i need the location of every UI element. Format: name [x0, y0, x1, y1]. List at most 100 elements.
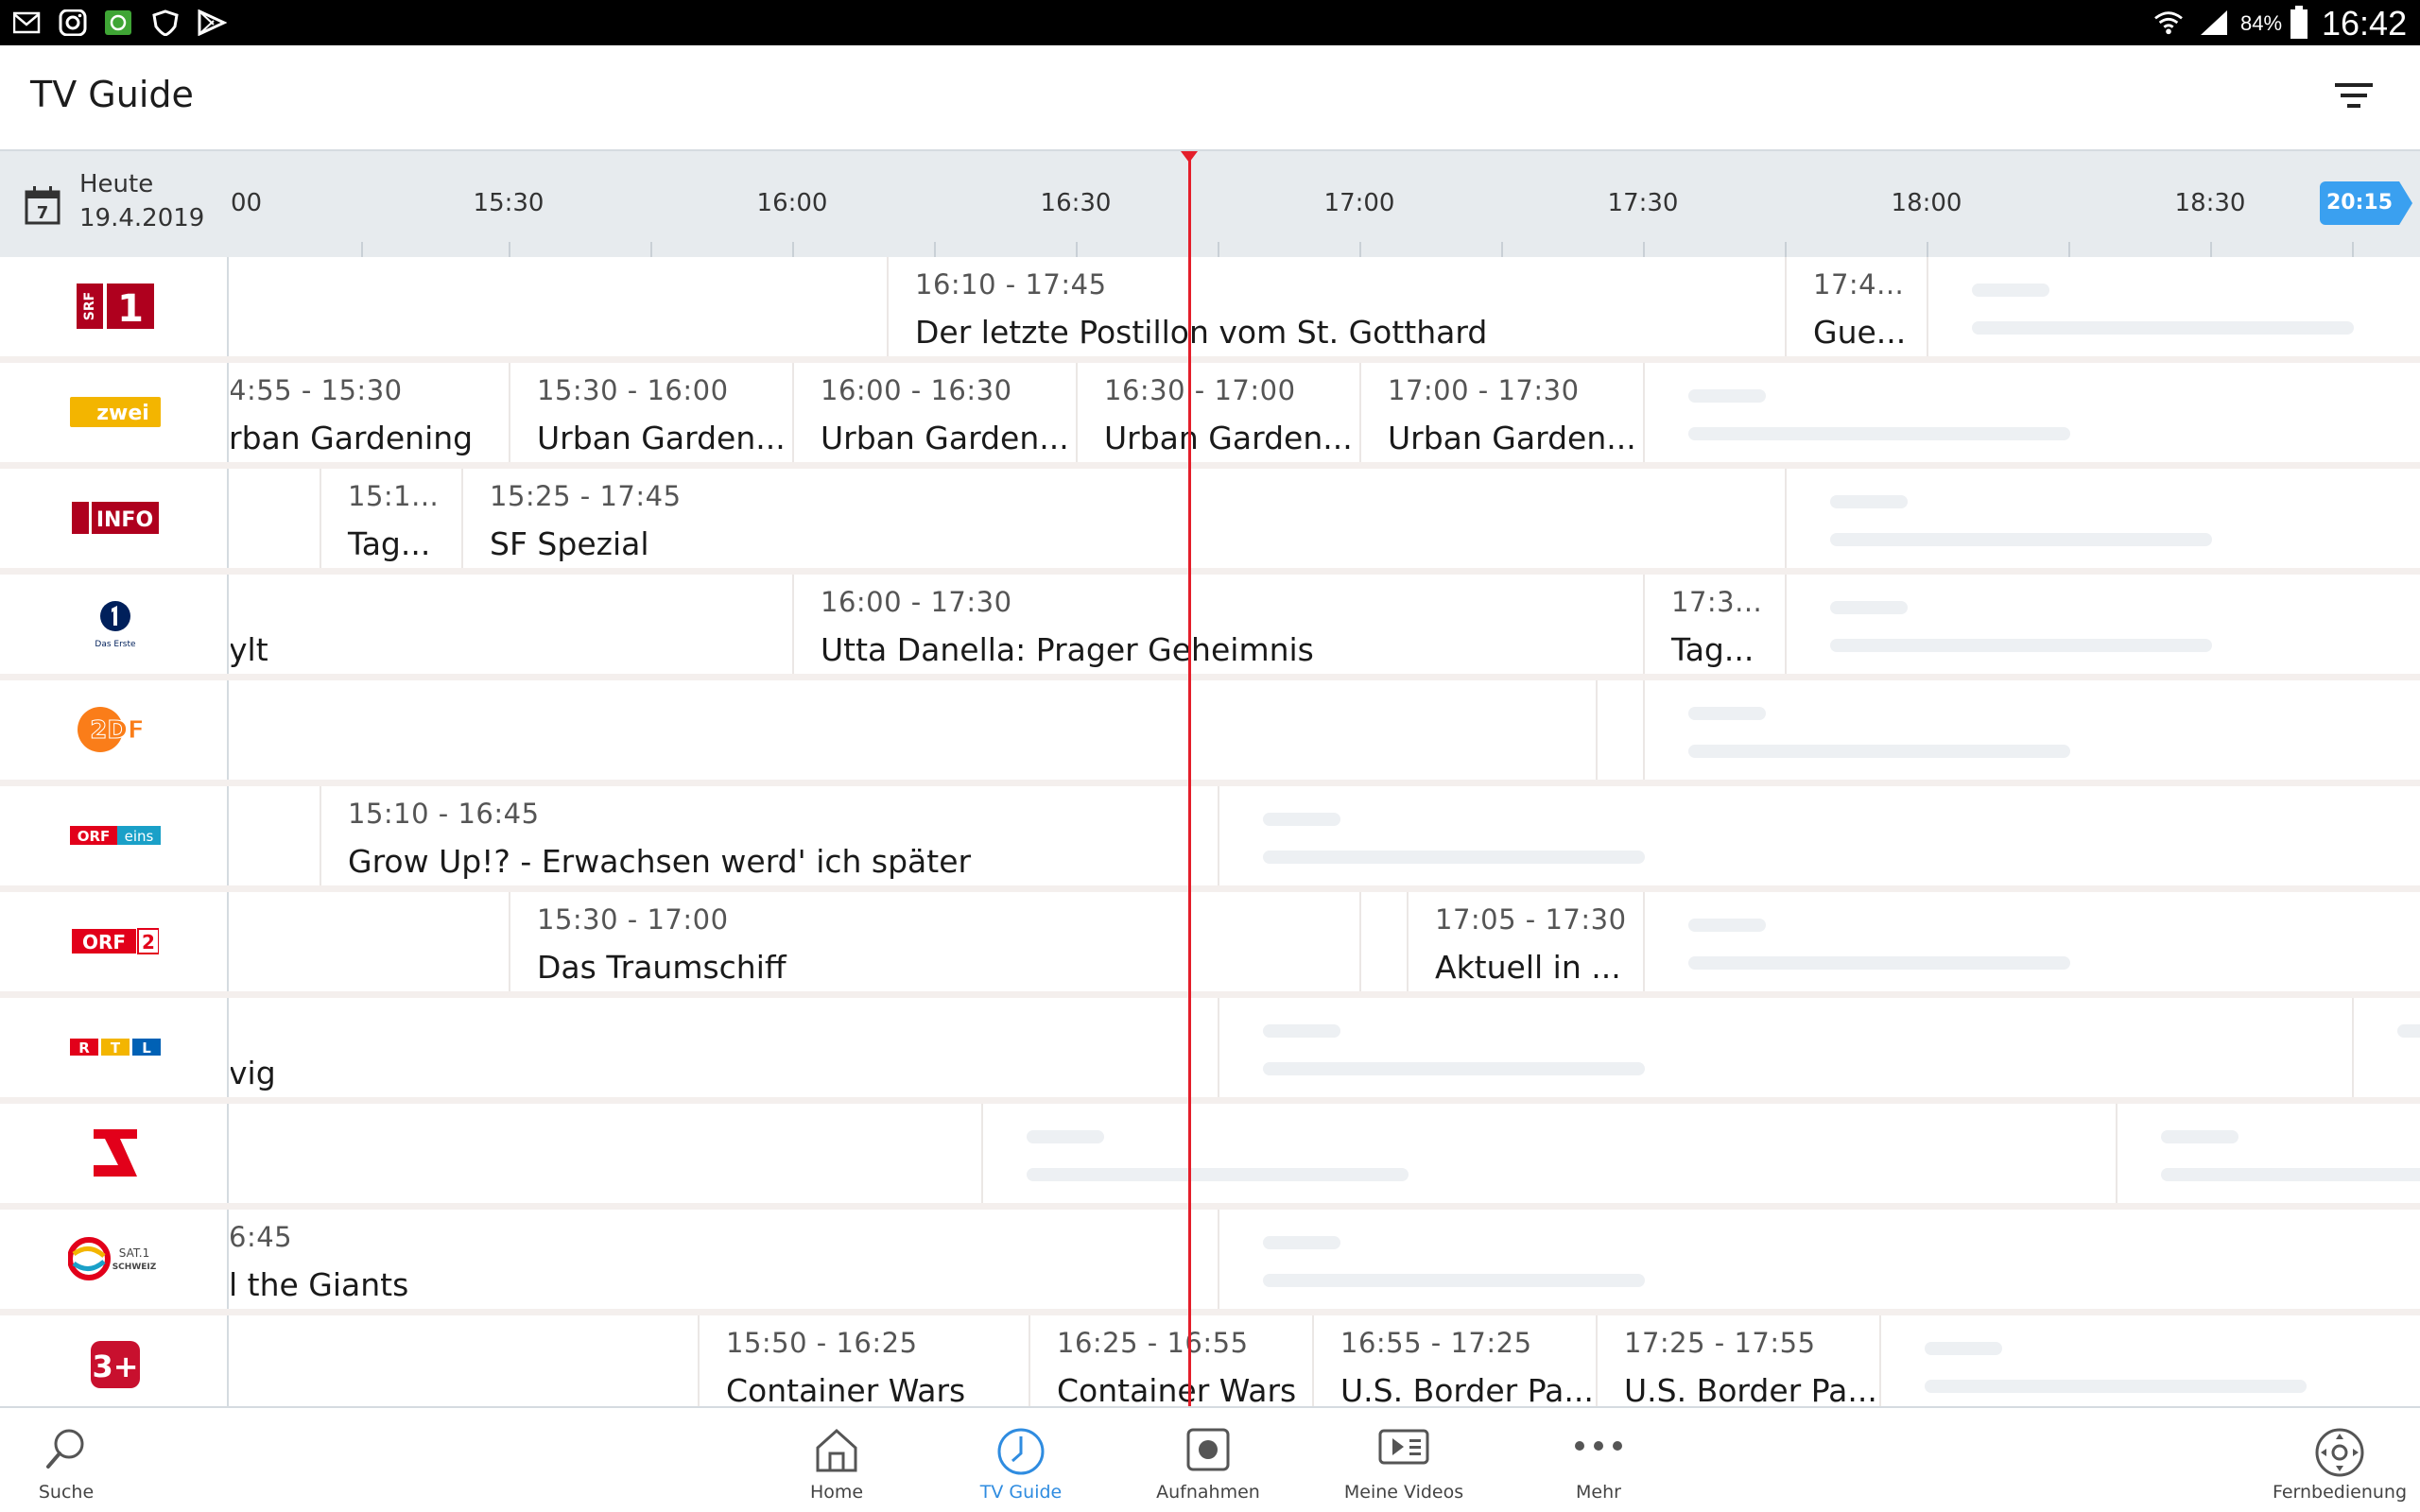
time-label: 17:30 — [1607, 189, 1679, 217]
calendar-day: 7 — [37, 203, 49, 223]
program-cell[interactable]: 16:10 - 17:45 Der letzte Postillon vom St… — [887, 257, 1794, 356]
date-picker[interactable]: 7 Heute 19.4.2019 — [0, 151, 231, 257]
program-cell[interactable]: 17:25 - 17:55 U.S. Border Pa... — [1596, 1315, 1879, 1406]
loading-placeholder — [2116, 1104, 2420, 1203]
program-cell[interactable]: 15:30 - 16:00 Urban Garden... — [509, 363, 792, 462]
battery-icon — [2290, 6, 2308, 39]
loading-placeholder — [1879, 1315, 2420, 1406]
program-cell[interactable] — [231, 1104, 981, 1203]
svg-text:2DF: 2DF — [90, 716, 144, 745]
svg-text:ORF: ORF — [78, 828, 111, 845]
channel-daserste[interactable]: Das Erste — [0, 575, 229, 680]
nav-home[interactable]: Home — [770, 1408, 903, 1512]
svg-text:L: L — [142, 1040, 151, 1057]
channel-srfzwei[interactable]: zwei — [0, 363, 229, 469]
time-tick — [1076, 242, 1078, 257]
nav-label: Suche — [38, 1482, 95, 1503]
loading-placeholder — [1643, 363, 2420, 462]
svg-text:1: 1 — [117, 287, 144, 329]
nav-more[interactable]: Mehr — [1532, 1408, 1665, 1512]
program-cell[interactable] — [231, 892, 509, 991]
time-label: 15:30 — [473, 189, 544, 217]
time-tick — [2068, 242, 2070, 257]
app-icon — [105, 10, 131, 35]
channel-row: Das Erste ylt 16:00 - 17:30 Utta Danella:… — [0, 575, 2420, 680]
program-cell[interactable]: 15:1... Tag... — [320, 469, 461, 568]
time-tick — [1359, 242, 1361, 257]
nav-remote[interactable]: Fernbedienung — [2269, 1408, 2411, 1512]
program-cell[interactable] — [231, 1315, 698, 1406]
channel-row: SRF 1 16:10 - 17:45 Der letzte Postillon … — [0, 257, 2420, 363]
loading-placeholder — [1218, 786, 2068, 885]
date-day-label: Heute — [79, 170, 154, 198]
channel-prosieben[interactable] — [0, 1104, 229, 1210]
page-title: TV Guide — [30, 74, 194, 115]
program-cell[interactable]: 16:30 - 17:00 Urban Garden... — [1076, 363, 1359, 462]
svg-text:2: 2 — [142, 931, 155, 954]
current-time-line — [1188, 151, 1191, 1406]
svg-text:eins: eins — [125, 828, 154, 845]
time-label: 18:30 — [2174, 189, 2246, 217]
channel-rtl[interactable]: R T L — [0, 998, 229, 1104]
filter-icon[interactable] — [2335, 79, 2373, 112]
channel-row — [0, 1104, 2420, 1210]
channel-srfinfo[interactable]: INFO — [0, 469, 229, 575]
nav-recordings[interactable]: Aufnahmen — [1142, 1408, 1274, 1512]
time-tick — [2352, 242, 2354, 257]
remote-icon — [2315, 1428, 2364, 1477]
channel-row: INFO 15:1... Tag... 15:25 - 17:45 SF Spezi… — [0, 469, 2420, 575]
svg-text:ORF: ORF — [82, 931, 126, 954]
sat1-logo: SAT.1 SCHWEIZ — [68, 1237, 157, 1280]
nav-tv-guide[interactable]: TV Guide — [955, 1408, 1087, 1512]
program-cell[interactable]: vig — [231, 998, 1218, 1097]
program-cell[interactable]: 15:10 - 16:45 Grow Up!? - Erwachsen werd'… — [320, 786, 1218, 885]
prosieben-logo — [94, 1129, 137, 1177]
program-cell[interactable]: ylt — [231, 575, 792, 674]
channel-row: ORF eins 15:10 - 16:45 Grow Up!? - Erwach… — [0, 786, 2420, 892]
loading-placeholder — [1643, 892, 2420, 991]
program-cell[interactable]: 17:3... Tag... — [1643, 575, 1785, 674]
program-cell[interactable] — [231, 786, 320, 885]
program-cell[interactable]: 4:55 - 15:30 rban Gardening — [231, 363, 509, 462]
program-cell[interactable] — [1596, 680, 1643, 780]
program-cell[interactable] — [231, 257, 887, 356]
channel-srf1[interactable]: SRF 1 — [0, 257, 229, 363]
program-cell[interactable]: 6:45 l the Giants — [231, 1210, 1218, 1309]
program-cell[interactable]: 16:00 - 16:30 Urban Garden... — [792, 363, 1076, 462]
orfeins-logo: ORF eins — [70, 826, 161, 845]
program-cell[interactable]: 17:00 - 17:30 Urban Garden... — [1359, 363, 1643, 462]
channel-row: 3+ 15:50 - 16:25 Container Wars 16:25 - 1… — [0, 1315, 2420, 1406]
time-tick — [650, 242, 652, 257]
program-cell[interactable]: 16:25 - 16:55 Container Wars — [1028, 1315, 1312, 1406]
program-cell[interactable] — [1359, 892, 1407, 991]
svg-text:Das Erste: Das Erste — [95, 640, 136, 649]
channel-3plus[interactable]: 3+ — [0, 1315, 229, 1406]
primetime-button[interactable]: 20:15 — [2320, 181, 2412, 225]
nav-label: Meine Videos — [1343, 1482, 1464, 1503]
loading-placeholder — [1785, 469, 2420, 568]
program-cell[interactable]: 15:50 - 16:25 Container Wars — [698, 1315, 1028, 1406]
program-cell[interactable]: 16:55 - 17:25 U.S. Border Pa... — [1312, 1315, 1596, 1406]
program-cell[interactable]: 17:4... Gue... — [1785, 257, 1927, 356]
channel-zdf[interactable]: 2DF — [0, 680, 229, 786]
srf1-logo: SRF 1 — [77, 284, 154, 329]
home-icon — [816, 1428, 857, 1472]
more-icon — [1575, 1441, 1622, 1451]
loading-placeholder — [1785, 575, 2420, 674]
program-cell[interactable] — [231, 469, 320, 568]
nav-my-videos[interactable]: Meine Videos — [1328, 1408, 1479, 1512]
nav-search[interactable]: Suche — [0, 1408, 132, 1512]
current-time-marker — [1181, 151, 1198, 163]
loading-placeholder — [1218, 1210, 2068, 1309]
time-tick — [361, 242, 363, 257]
program-cell[interactable]: 15:25 - 17:45 SF Spezial — [461, 469, 1785, 568]
program-cell[interactable]: 15:30 - 17:00 Das Traumschiff — [509, 892, 1359, 991]
program-cell[interactable]: 16:00 - 17:30 Utta Danella: Prager Geheim… — [792, 575, 1643, 674]
channel-orfeins[interactable]: ORF eins — [0, 786, 229, 892]
channel-sat1[interactable]: SAT.1 SCHWEIZ — [0, 1210, 229, 1315]
svg-text:SRF: SRF — [82, 292, 97, 320]
program-cell[interactable] — [231, 680, 1596, 780]
channel-orf2[interactable]: ORF 2 — [0, 892, 229, 998]
program-cell[interactable]: 17:05 - 17:30 Aktuell in ... — [1407, 892, 1643, 991]
time-label: 16:00 — [756, 189, 828, 217]
